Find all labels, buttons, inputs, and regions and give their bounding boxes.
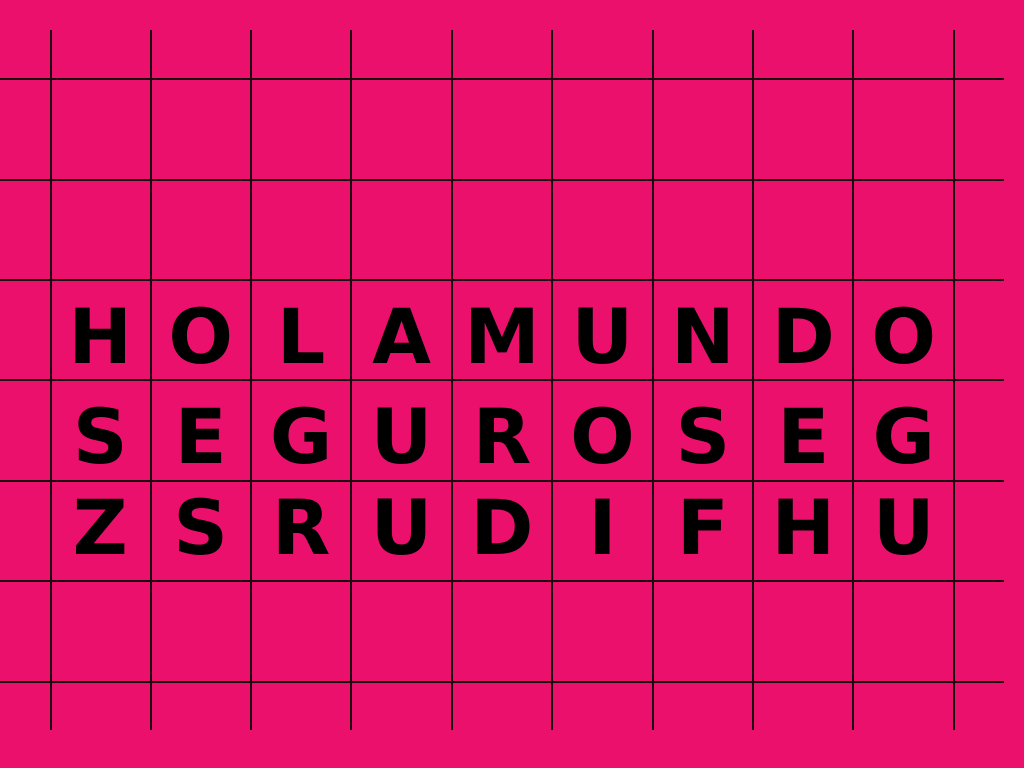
grid-line-horizontal bbox=[0, 580, 1004, 582]
letter-cell[interactable]: A bbox=[351, 287, 451, 387]
letter-cell[interactable]: N bbox=[653, 287, 753, 387]
letter-cell[interactable]: I bbox=[552, 478, 652, 578]
grid-line-horizontal bbox=[0, 279, 1004, 281]
letter-cell[interactable]: E bbox=[150, 387, 250, 487]
letter-cell[interactable]: O bbox=[854, 287, 954, 387]
letter-cell[interactable]: U bbox=[552, 287, 652, 387]
letter-cell[interactable]: G bbox=[854, 387, 954, 487]
letter-cell[interactable]: H bbox=[753, 478, 853, 578]
letter-cell[interactable]: R bbox=[452, 387, 552, 487]
letter-cell[interactable]: D bbox=[753, 287, 853, 387]
letter-cell[interactable]: S bbox=[653, 387, 753, 487]
grid-line-horizontal bbox=[0, 179, 1004, 181]
letter-cell[interactable]: R bbox=[251, 478, 351, 578]
letter-cell[interactable]: H bbox=[50, 287, 150, 387]
letter-cell[interactable]: O bbox=[150, 287, 250, 387]
letter-cell[interactable]: U bbox=[351, 387, 451, 487]
letter-cell[interactable]: E bbox=[753, 387, 853, 487]
word-search-board: H O L A M U N D O S E G U R O S E G Z S … bbox=[0, 0, 1024, 768]
letter-cell[interactable]: U bbox=[351, 478, 451, 578]
letter-cell[interactable]: L bbox=[251, 287, 351, 387]
grid-line-horizontal bbox=[0, 78, 1004, 80]
letter-cell[interactable]: Z bbox=[50, 478, 150, 578]
grid-line-horizontal bbox=[0, 681, 1004, 683]
letter-cell[interactable]: F bbox=[653, 478, 753, 578]
letter-row-3: Z S R U D I F H U bbox=[50, 478, 954, 578]
letter-row-1: H O L A M U N D O bbox=[50, 287, 954, 387]
letter-cell[interactable]: O bbox=[552, 387, 652, 487]
letter-cell[interactable]: D bbox=[452, 478, 552, 578]
letter-row-2: S E G U R O S E G bbox=[50, 387, 954, 487]
letter-cell[interactable]: S bbox=[50, 387, 150, 487]
letter-cell[interactable]: G bbox=[251, 387, 351, 487]
letter-cell[interactable]: M bbox=[452, 287, 552, 387]
letter-cell[interactable]: S bbox=[150, 478, 250, 578]
letter-cell[interactable]: U bbox=[854, 478, 954, 578]
